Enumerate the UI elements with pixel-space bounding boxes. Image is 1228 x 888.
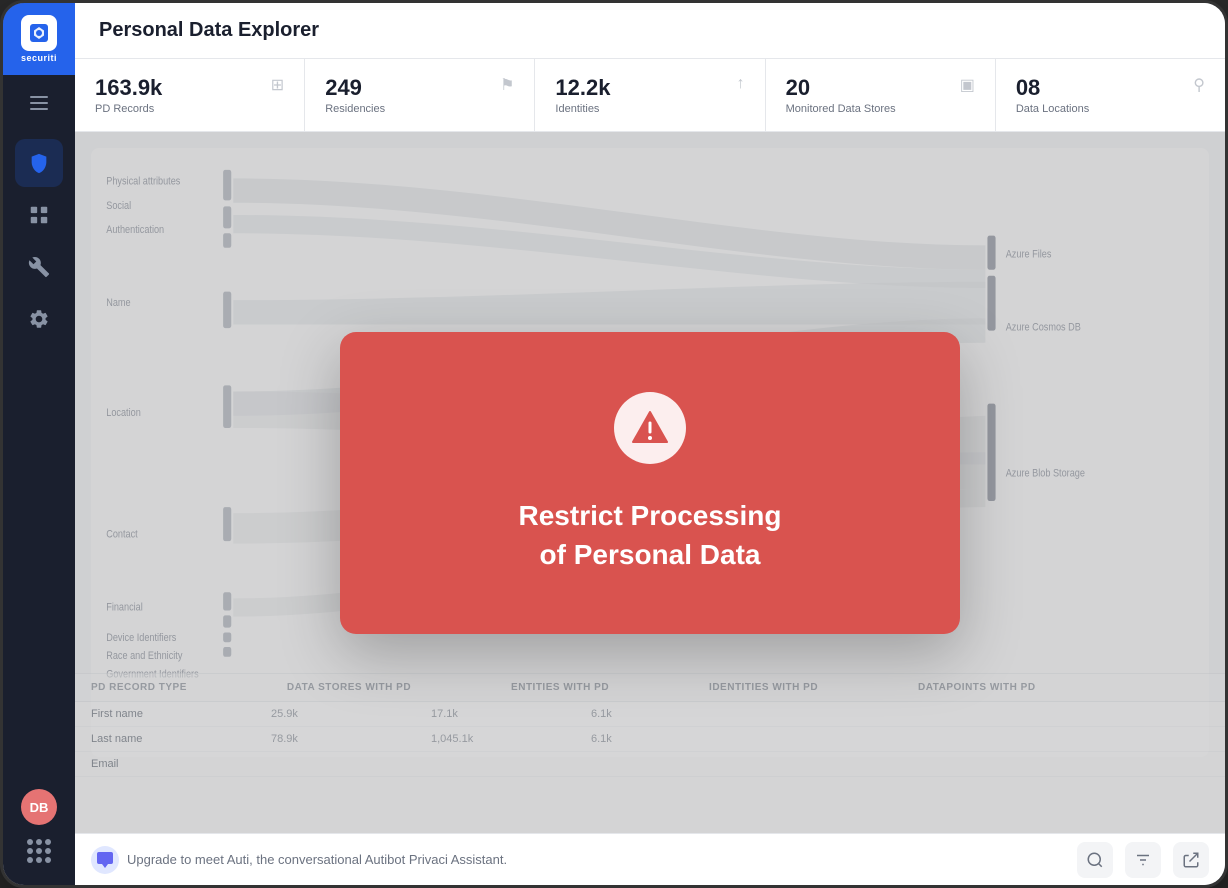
shield-icon (28, 152, 50, 174)
sidebar-item-tools[interactable] (15, 243, 63, 291)
stat-pd-records[interactable]: 163.9k PD Records ⊞ (75, 59, 305, 131)
sidebar-nav (3, 139, 75, 789)
filter-icon: ⊞ (271, 75, 284, 95)
wrench-icon (28, 256, 50, 278)
share-button[interactable] (1173, 842, 1209, 878)
stat-data-locations[interactable]: 08 Data Locations ⚲ (996, 59, 1225, 131)
modal-warning-icon (614, 392, 686, 464)
stat-label-pd-records: PD Records (95, 103, 162, 115)
stats-bar: 163.9k PD Records ⊞ 249 Residencies ⚑ 12… (75, 59, 1225, 132)
stat-label-data-locations: Data Locations (1016, 103, 1089, 115)
dot-grid-button[interactable] (21, 833, 57, 869)
dashboard-icon (28, 204, 50, 226)
stat-value-data-stores: 20 (786, 75, 896, 101)
modal-card: Restrict Processingof Personal Data (340, 332, 960, 634)
content-area: Physical attributes Social Authenticatio… (75, 132, 1225, 833)
sidebar-bottom: DB (21, 789, 57, 885)
hamburger-icon (30, 96, 48, 110)
logo-icon (21, 15, 57, 51)
modal-title: Restrict Processingof Personal Data (519, 496, 782, 574)
main-content: Personal Data Explorer 163.9k PD Records… (75, 3, 1225, 885)
sidebar-item-dashboard[interactable] (15, 191, 63, 239)
sidebar-item-settings[interactable] (15, 295, 63, 343)
gear-icon (28, 308, 50, 330)
stat-data-stores[interactable]: 20 Monitored Data Stores ▣ (766, 59, 996, 131)
app-logo[interactable]: securiti (3, 3, 75, 75)
chat-bubble-icon (91, 846, 119, 874)
page-title: Personal Data Explorer (99, 19, 1201, 42)
speech-bubble-icon (97, 852, 113, 868)
search-icon (1086, 851, 1104, 869)
stat-label-data-stores: Monitored Data Stores (786, 103, 896, 115)
sidebar-item-privacy[interactable] (15, 139, 63, 187)
stat-value-residencies: 249 (325, 75, 385, 101)
menu-toggle-button[interactable] (3, 83, 75, 123)
grid-icon (27, 839, 51, 863)
avatar[interactable]: DB (21, 789, 57, 825)
pin-icon: ⚲ (1193, 75, 1205, 95)
sliders-icon (1134, 851, 1152, 869)
modal-overlay: Restrict Processingof Personal Data (75, 132, 1225, 833)
stat-value-data-locations: 08 (1016, 75, 1089, 101)
search-button[interactable] (1077, 842, 1113, 878)
chat-hint-text: Upgrade to meet Auti, the conversational… (127, 852, 507, 867)
page-header: Personal Data Explorer (75, 3, 1225, 59)
bottom-bar: Upgrade to meet Auti, the conversational… (75, 833, 1225, 885)
stat-value-pd-records: 163.9k (95, 75, 162, 101)
database-icon: ▣ (960, 75, 975, 95)
flag-icon: ⚑ (500, 75, 514, 95)
stat-residencies[interactable]: 249 Residencies ⚑ (305, 59, 535, 131)
stat-label-residencies: Residencies (325, 103, 385, 115)
app-name: securiti (21, 53, 57, 63)
filter-button[interactable] (1125, 842, 1161, 878)
chat-hint: Upgrade to meet Auti, the conversational… (91, 846, 507, 874)
stat-value-identities: 12.2k (555, 75, 610, 101)
bottom-actions (1077, 842, 1209, 878)
person-icon: ↑ (737, 75, 745, 93)
stat-label-identities: Identities (555, 103, 610, 115)
sidebar: securiti (3, 3, 75, 885)
alert-triangle-icon (630, 408, 670, 448)
share-icon (1182, 851, 1200, 869)
stat-identities[interactable]: 12.2k Identities ↑ (535, 59, 765, 131)
